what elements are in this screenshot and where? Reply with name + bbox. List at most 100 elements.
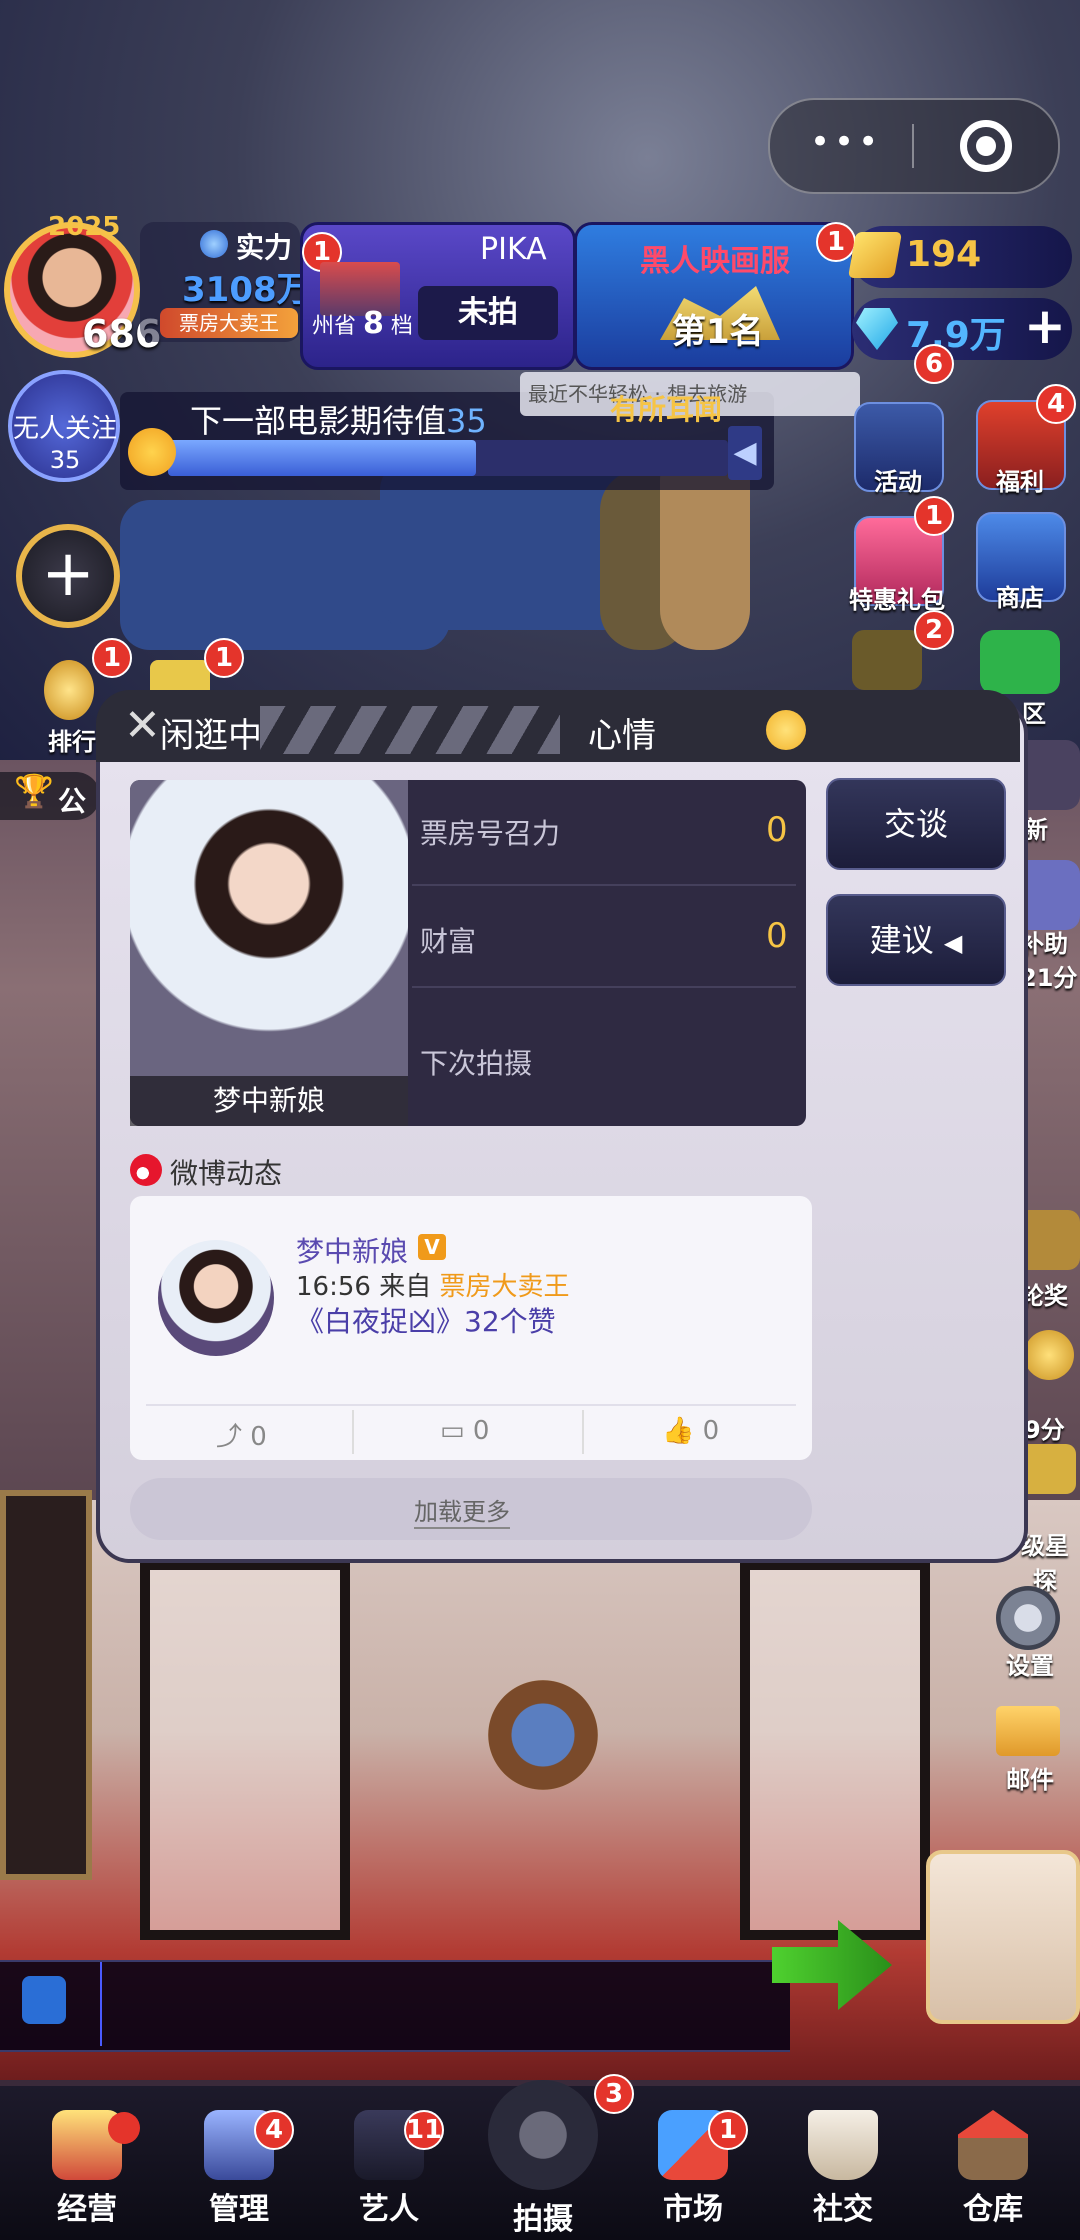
chat-bar[interactable] — [0, 1960, 790, 2052]
nav-social-label: 社交 — [813, 2192, 873, 2227]
gear-icon[interactable] — [996, 1586, 1060, 1650]
add-button[interactable]: + — [16, 524, 120, 628]
notice-label: 公 — [58, 785, 87, 818]
studio-name: PIKA — [480, 232, 547, 267]
coffee-cup-icon — [808, 2110, 878, 2180]
mini-program-capsule: ••• — [768, 98, 1060, 194]
suggest-button[interactable]: 建议 ◀ — [826, 894, 1006, 986]
nav-operate[interactable]: 经营 — [10, 2110, 164, 2228]
character-name: 梦中新娘 — [130, 1076, 408, 1126]
shoot-badge: 3 — [594, 2074, 634, 2114]
nav-manage-label: 管理 — [209, 2192, 269, 2227]
more-menu-icon[interactable]: ••• — [810, 122, 882, 162]
title-badge: 票房大卖王 — [160, 308, 298, 338]
rumor-label: 有所耳闻 — [610, 393, 723, 426]
post-source: 票房大卖王 — [439, 1272, 570, 1302]
add-currency-button[interactable]: + — [1024, 300, 1066, 352]
post-meta: 16:56 来自 票房大卖王 — [296, 1266, 570, 1303]
tier-number: 8 — [363, 306, 384, 341]
post-from: 来自 — [379, 1272, 432, 1302]
like-button[interactable]: 👍 0 — [662, 1416, 719, 1446]
mail-icon[interactable] — [996, 1706, 1060, 1756]
collapse-arrow-icon[interactable]: ◀ — [728, 426, 762, 480]
stat-label-boxoffice: 票房号召力 — [420, 817, 561, 850]
theater-door — [740, 1560, 930, 1940]
status-text: 闲逛中 — [160, 716, 262, 756]
assistant-portrait[interactable] — [926, 1850, 1080, 2024]
weibo-icon — [130, 1154, 162, 1186]
operate-dot — [108, 2112, 140, 2144]
nav-artists-label: 艺人 — [359, 2192, 419, 2227]
activity-badge: 6 — [914, 344, 954, 384]
comment-count: 0 — [472, 1416, 490, 1446]
character-portrait — [130, 780, 408, 1126]
theater-door — [140, 1560, 350, 1940]
love-emoji-icon — [128, 428, 176, 476]
nav-operate-label: 经营 — [57, 2192, 117, 2227]
cup-icon[interactable] — [1024, 1330, 1074, 1380]
nav-social[interactable]: 社交 — [766, 2110, 920, 2228]
rank-medal-icon[interactable] — [44, 660, 94, 720]
market-badge: 1 — [708, 2110, 748, 2150]
location-prefix: 州省 — [312, 314, 357, 339]
post-author[interactable]: 梦中新娘 — [296, 1230, 408, 1270]
studio-location: 州省 8 档 — [312, 306, 413, 341]
expectation-text: 下一部电影期待值 — [190, 402, 447, 440]
subsidy-timer: 21分 — [1020, 964, 1078, 992]
chat-divider — [100, 1962, 102, 2046]
clapper-icon[interactable] — [852, 630, 922, 690]
post-content: 《白夜捉凶》32个赞 — [296, 1305, 556, 1338]
action-divider — [352, 1410, 354, 1454]
tier-suffix: 档 — [390, 314, 413, 339]
welfare-label: 福利 — [996, 468, 1044, 496]
stat-value-wealth: 0 — [766, 916, 788, 956]
ranking-position: 第1名 — [672, 312, 764, 352]
share-button[interactable]: ⤴ 0 — [216, 1416, 267, 1453]
ranking-badge: 1 — [816, 222, 856, 262]
talk-button[interactable]: 交谈 — [826, 778, 1006, 870]
artists-badge: 11 — [404, 2110, 444, 2150]
film-camera-icon — [488, 2080, 598, 2190]
warehouse-icon — [958, 2110, 1028, 2180]
cup-timer: 9分 — [1024, 1416, 1065, 1444]
wechat-icon[interactable] — [980, 630, 1060, 694]
shop-label: 商店 — [996, 584, 1044, 612]
stat-divider — [412, 884, 796, 886]
settings-label: 设置 — [1006, 1652, 1054, 1680]
poster-frame — [0, 1490, 92, 1880]
close-icon[interactable]: ✕ — [124, 700, 161, 751]
suggest-label: 建议 — [869, 921, 934, 959]
stat-label-next-shoot: 下次拍摄 — [420, 1047, 533, 1080]
like-count: 0 — [702, 1416, 720, 1446]
verified-badge: V — [418, 1234, 446, 1260]
nav-warehouse[interactable]: 仓库 — [916, 2110, 1070, 2228]
mail-label: 邮件 — [1006, 1766, 1054, 1794]
post-time: 16:56 — [296, 1272, 371, 1302]
fans-value: 35 — [49, 446, 81, 474]
gift-pack-label: 特惠礼包 — [849, 586, 945, 614]
nav-shoot-label: 拍摄 — [513, 2202, 573, 2237]
event-badge: 1 — [204, 638, 244, 678]
nav-market-label: 市场 — [663, 2192, 723, 2227]
comment-icon: ▭ — [440, 1416, 465, 1446]
close-target-icon[interactable] — [960, 120, 1012, 172]
trophy-icon: 🏆 — [14, 772, 54, 810]
load-more-button[interactable]: 加载更多 — [414, 1492, 510, 1529]
post-avatar[interactable] — [158, 1240, 274, 1356]
activity-label: 活动 — [874, 468, 922, 496]
treasure-box-icon[interactable] — [488, 1680, 598, 1790]
welfare-badge: 4 — [1036, 384, 1076, 424]
comment-button[interactable]: ▭ 0 — [440, 1416, 489, 1446]
smile-emoji-icon — [766, 710, 806, 750]
speaker-icon[interactable] — [22, 1976, 66, 2024]
power-value: 3108万 — [182, 270, 311, 310]
expectation-value: 35 — [446, 402, 487, 440]
ticket-value: 194 — [906, 234, 982, 275]
shoot-status: 未拍 — [418, 286, 558, 340]
share-icon: ⤴ — [216, 1422, 243, 1452]
stat-value-boxoffice: 0 — [766, 810, 788, 850]
expectation-label: 下一部电影期待值35 — [190, 396, 487, 442]
mood-label: 心情 — [588, 716, 656, 756]
ticket-icon — [847, 232, 903, 278]
manage-badge: 4 — [254, 2110, 294, 2150]
